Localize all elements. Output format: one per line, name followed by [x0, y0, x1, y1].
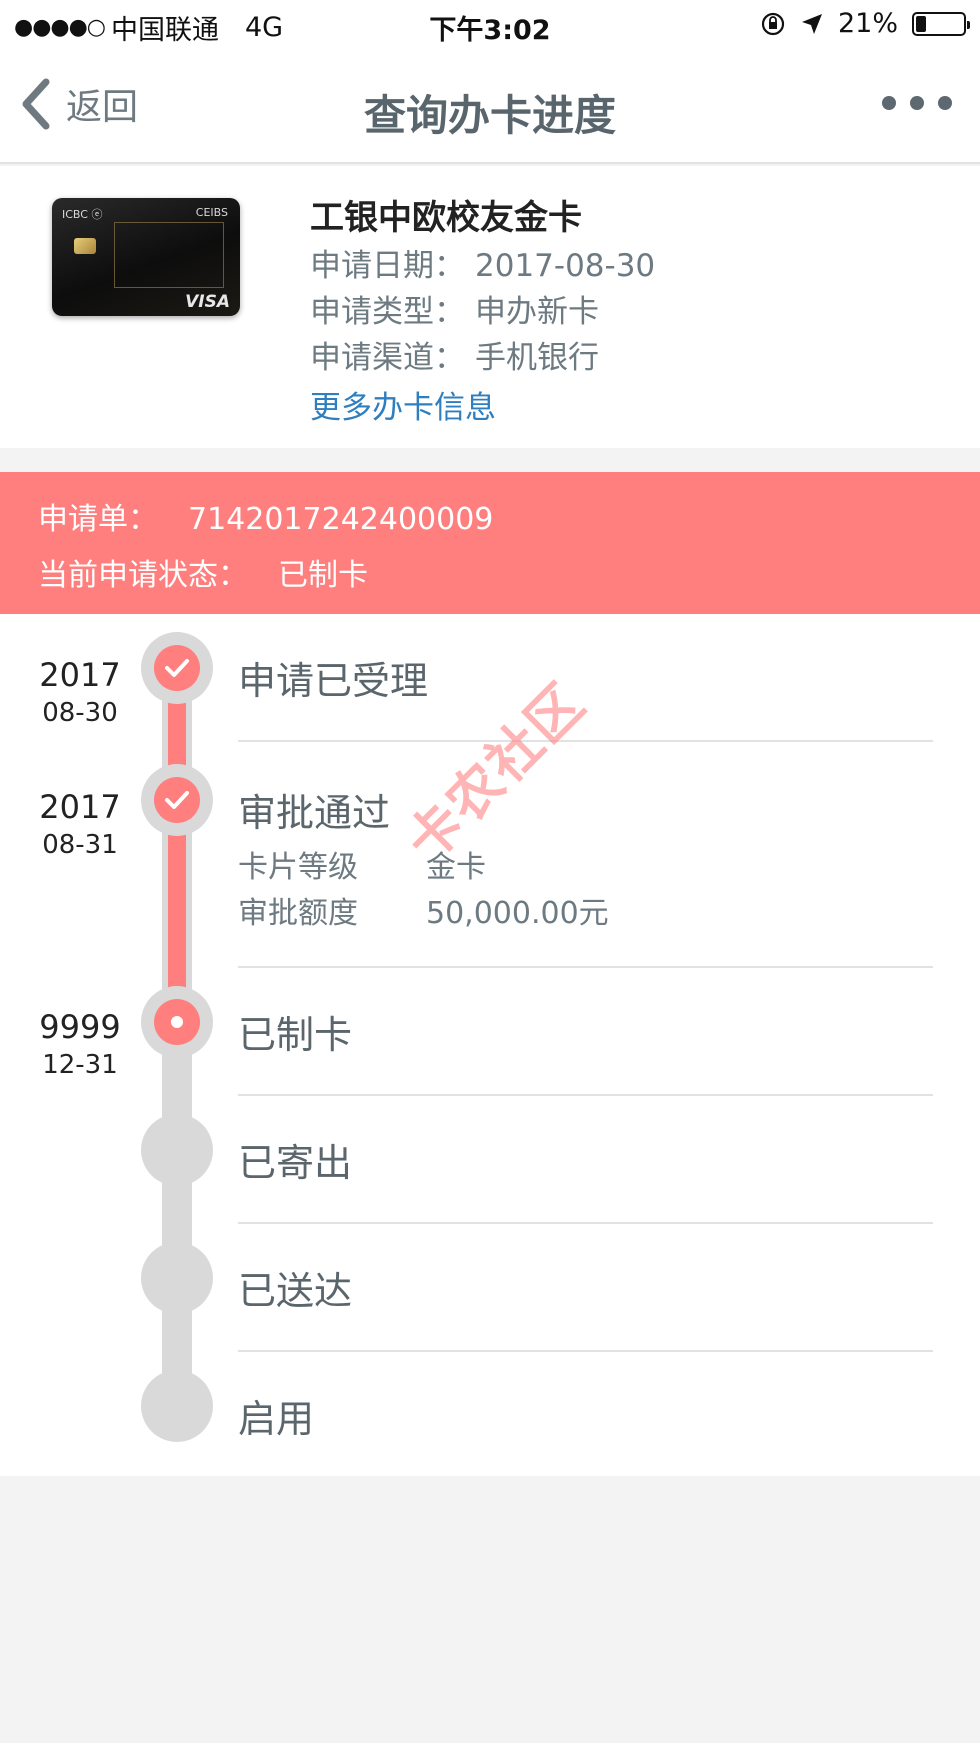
apply-type-value: 申办新卡: [475, 294, 599, 330]
card-image: ICBC ⓔ CEIBS VISA: [52, 198, 240, 316]
card-artwork: [114, 222, 224, 288]
step-date: 08-31: [42, 830, 118, 860]
step-date: 12-31: [42, 1050, 118, 1080]
rotation-lock-icon: [761, 12, 785, 35]
battery-icon: [912, 11, 970, 36]
step-label: 已制卡: [238, 1013, 353, 1057]
step-node-done: [141, 764, 213, 836]
more-dots-icon[interactable]: [882, 96, 952, 110]
apply-date-label: 申请日期：: [310, 248, 465, 284]
nav-bar: 返回 查询办卡进度: [0, 52, 980, 164]
more-card-info-link[interactable]: 更多办卡信息: [310, 382, 496, 427]
dot: [910, 96, 924, 110]
dot-icon: [154, 999, 200, 1045]
card-chip: [74, 238, 96, 254]
current-status-row: 当前申请状态： 已制卡: [38, 550, 368, 594]
step-date: 08-30: [42, 698, 118, 728]
step-label: 申请已受理: [238, 659, 429, 703]
step-node-pending: [141, 1114, 213, 1186]
apply-date-value: 2017-08-30: [475, 248, 656, 284]
current-status-label: 当前申请状态：: [38, 558, 248, 593]
status-right: 21%: [760, 8, 970, 39]
apply-channel-value: 手机银行: [475, 340, 599, 376]
status-banner: 申请单： 7142017242400009 当前申请状态： 已制卡: [0, 472, 980, 614]
divider: [238, 740, 933, 742]
dot: [938, 96, 952, 110]
battery-level: [916, 15, 926, 32]
apply-channel-label: 申请渠道：: [310, 340, 465, 376]
divider: [238, 1222, 933, 1224]
card-brand-right: CEIBS: [195, 206, 228, 219]
card-brand-left: ICBC ⓔ: [62, 208, 103, 221]
step-year: 9999: [39, 1008, 121, 1046]
timeline-progress: [168, 666, 186, 1026]
step-year: 2017: [39, 656, 121, 694]
current-status-value: 已制卡: [278, 558, 368, 593]
credit-limit-row: 审批额度 50,000.00元: [238, 888, 609, 932]
card-info-section: ICBC ⓔ CEIBS VISA 工银中欧校友金卡 申请日期： 2017-08-…: [0, 166, 980, 448]
divider: [238, 1094, 933, 1096]
credit-limit-value: 50,000.00元: [426, 896, 609, 931]
order-number-value: 7142017242400009: [188, 502, 494, 537]
step-node-current: [141, 986, 213, 1058]
step-label: 已送达: [238, 1269, 353, 1313]
order-number-row: 申请单： 7142017242400009: [38, 494, 493, 538]
check-icon: [154, 645, 200, 691]
order-number-label: 申请单：: [38, 502, 158, 537]
card-network-logo: VISA: [185, 292, 230, 312]
step-node-done: [141, 632, 213, 704]
battery-percent: 21%: [837, 8, 898, 39]
apply-date-row: 申请日期： 2017-08-30: [310, 240, 655, 285]
check-icon: [154, 777, 200, 823]
step-label: 已寄出: [238, 1141, 353, 1185]
divider: [238, 966, 933, 968]
apply-channel-row: 申请渠道： 手机银行: [310, 332, 599, 377]
dot: [882, 96, 896, 110]
card-name: 工银中欧校友金卡: [310, 198, 582, 238]
credit-limit-label: 审批额度: [238, 896, 358, 931]
page-title: 查询办卡进度: [363, 91, 616, 140]
step-node-pending: [141, 1242, 213, 1314]
card-level-label: 卡片等级: [238, 850, 358, 885]
apply-type-row: 申请类型： 申办新卡: [310, 286, 599, 331]
step-year: 2017: [39, 788, 121, 826]
dot: [171, 1016, 183, 1028]
step-label: 启用: [238, 1397, 315, 1441]
apply-type-label: 申请类型：: [310, 294, 465, 330]
location-arrow-icon: [801, 13, 822, 34]
step-label: 审批通过: [238, 791, 391, 835]
card-level-row: 卡片等级 金卡: [238, 842, 486, 886]
divider: [238, 1350, 933, 1352]
step-node-pending: [141, 1370, 213, 1442]
status-bar: ●●●●○ 中国联通 4G 下午3:02 21%: [0, 0, 980, 52]
